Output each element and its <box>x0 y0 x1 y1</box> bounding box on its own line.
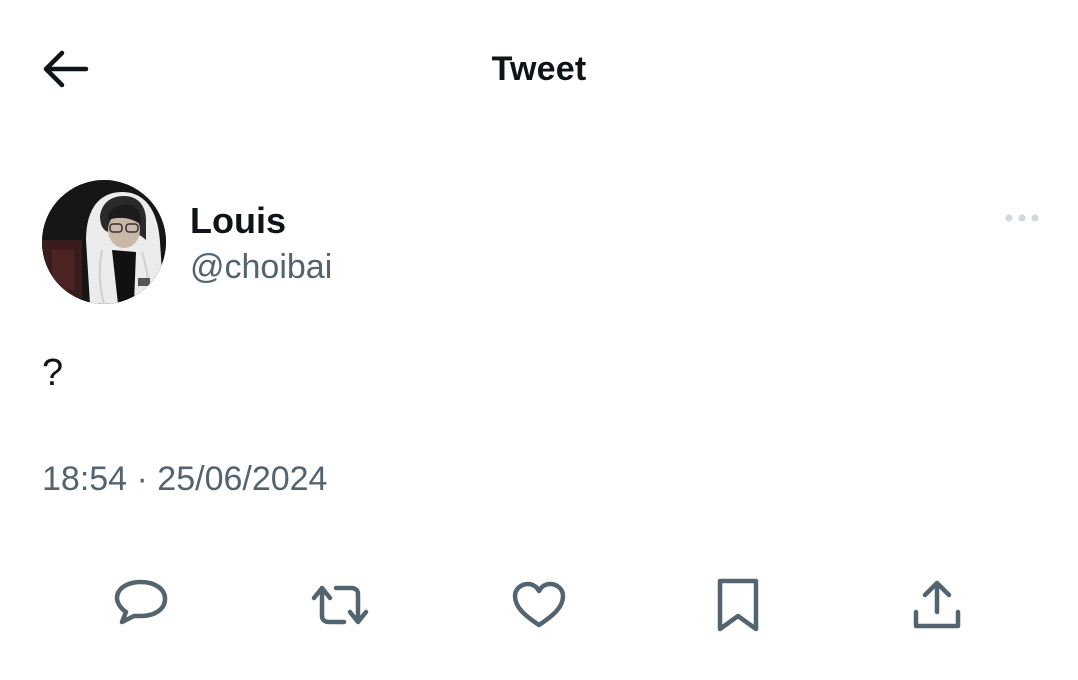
like-heart-icon <box>512 581 566 628</box>
share-icon <box>913 580 961 629</box>
bookmark-button[interactable] <box>703 570 773 640</box>
retweet-button[interactable] <box>305 570 375 640</box>
display-name[interactable]: Louis <box>190 200 286 242</box>
top-app-bar: Tweet <box>0 0 1078 140</box>
avatar[interactable] <box>42 180 166 304</box>
retweet-icon <box>311 585 369 625</box>
page-title: Tweet <box>491 50 587 88</box>
more-options-button[interactable] <box>1002 206 1042 230</box>
username-handle[interactable]: @choibai <box>190 248 332 287</box>
tweet-text: ? <box>42 352 64 394</box>
tweet-author: Louis @choibai <box>42 180 1042 306</box>
reply-button[interactable] <box>106 570 176 640</box>
share-button[interactable] <box>902 570 972 640</box>
reply-icon <box>114 579 168 625</box>
like-button[interactable] <box>504 570 574 640</box>
more-horizontal-icon <box>1005 214 1039 222</box>
tweet-action-bar <box>0 570 1078 640</box>
tweet-timestamp[interactable]: 18:54 · 25/06/2024 <box>42 460 327 499</box>
tweet-detail-screen: Tweet Louis @choibai ? 18:54 · 25/06/202… <box>0 0 1078 680</box>
bookmark-icon <box>717 578 759 632</box>
